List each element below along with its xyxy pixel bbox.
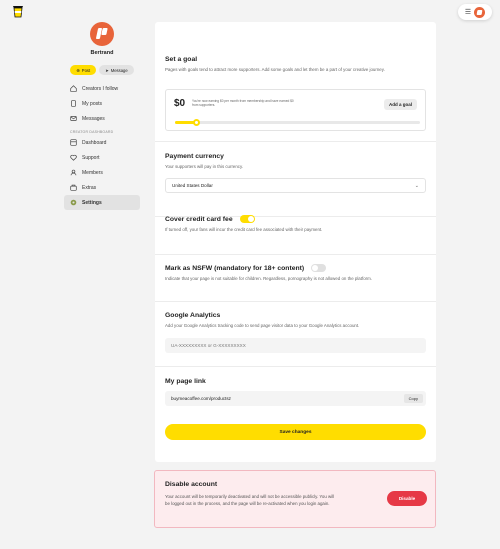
disable-title: Disable account <box>165 481 218 488</box>
account-menu[interactable]: ☰ <box>458 4 492 20</box>
divider <box>155 366 436 367</box>
sidebar-item-support[interactable]: Support <box>64 150 140 165</box>
currency-selected-value: United States Dollar <box>172 183 213 188</box>
sidebar-item-label: Creators I follow <box>82 85 119 92</box>
message-button[interactable]: ➤ Message <box>99 65 134 75</box>
sidebar-item-settings[interactable]: Settings <box>64 195 140 210</box>
fee-description: If turned off, your fans will incur the … <box>165 227 323 232</box>
sidebar-item-creators-i-follow[interactable]: Creators I follow <box>64 81 140 96</box>
nsfw-section: Mark as NSFW (mandatory for 18+ content)… <box>165 264 426 283</box>
creator-dashboard-heading: CREATOR DASHBOARD <box>70 130 114 134</box>
analytics-section: Google Analytics Add your Google Analyti… <box>165 312 426 330</box>
sidebar-item-extras[interactable]: Extras <box>64 180 140 195</box>
extras-icon <box>70 184 77 191</box>
fee-title: Cover credit card fee <box>165 215 426 223</box>
profile-name: Bertrand <box>90 50 114 56</box>
sidebar-nav: Creators I follow My posts Messages CREA… <box>64 81 140 210</box>
coffee-cup-icon <box>13 6 23 18</box>
nsfw-title-text: Mark as NSFW (mandatory for 18+ content) <box>165 264 305 272</box>
hamburger-icon[interactable]: ☰ <box>465 9 471 16</box>
analytics-description: Add your Google Analytics tracking code … <box>165 323 360 328</box>
fee-section: Cover credit card fee If turned off, you… <box>165 215 426 234</box>
sidebar-item-label: My posts <box>82 100 103 107</box>
add-goal-button[interactable]: Add a goal <box>383 99 417 110</box>
sidebar-item-messages[interactable]: Messages <box>64 111 140 126</box>
goal-amount: $0 <box>174 98 186 109</box>
disable-button[interactable]: Disable <box>387 491 427 506</box>
sidebar-item-members[interactable]: Members <box>64 165 140 180</box>
fee-toggle[interactable] <box>239 215 255 223</box>
settings-card: Set a goal Pages with goals tend to attr… <box>155 22 436 462</box>
sidebar-item-label: Support <box>82 154 100 161</box>
nsfw-title: Mark as NSFW (mandatory for 18+ content) <box>165 264 426 272</box>
toggle-knob <box>247 216 254 222</box>
settings-icon <box>70 199 77 206</box>
toggle-knob <box>312 265 319 271</box>
mail-icon <box>70 115 77 122</box>
members-icon <box>70 169 77 176</box>
plus-icon: ⊕ <box>76 67 80 73</box>
divider <box>155 254 436 255</box>
chevron-down-icon: ⌄ <box>414 182 419 189</box>
post-button-label: Post <box>81 67 91 73</box>
disable-account-card: Disable account Your account will be tem… <box>154 470 436 528</box>
message-button-label: Message <box>110 67 128 73</box>
heart-icon <box>70 154 77 161</box>
currency-select[interactable]: United States Dollar ⌄ <box>165 178 426 193</box>
sidebar-item-label: Settings <box>82 199 102 206</box>
analytics-input[interactable]: UA-XXXXXXXXX or G-XXXXXXXXX <box>165 338 426 353</box>
currency-description: Your supporters will pay in this currenc… <box>165 164 244 169</box>
divider <box>155 301 436 302</box>
avatar[interactable] <box>474 6 486 18</box>
analytics-placeholder: UA-XXXXXXXXX or G-XXXXXXXXX <box>171 343 246 348</box>
home-icon <box>70 85 77 92</box>
goal-earning-text: You're now earning $0 per month from mem… <box>192 99 294 108</box>
goal-description: Pages with goals tend to attract more su… <box>165 67 385 72</box>
nsfw-description: Indicate that your page is not suitable … <box>165 276 372 281</box>
sidebar: Bertrand ⊕ Post ➤ Message Creators I fol… <box>64 22 140 210</box>
goal-slider[interactable] <box>175 119 420 126</box>
goal-slider-handle[interactable] <box>192 119 200 126</box>
fee-title-text: Cover credit card fee <box>165 215 233 223</box>
page-link-field[interactable]: buymeacoffee.com/productsz Copy <box>165 391 426 406</box>
dashboard-icon <box>70 139 77 146</box>
save-changes-button[interactable]: Save changes <box>165 424 426 440</box>
page-link-section: My page link <box>165 378 426 385</box>
currency-title: Payment currency <box>165 153 224 160</box>
goal-title: Set a goal <box>165 56 198 63</box>
app-logo[interactable] <box>12 5 24 18</box>
sidebar-item-label: Messages <box>82 115 105 122</box>
sidebar-item-my-posts[interactable]: My posts <box>64 96 140 111</box>
currency-section: Payment currency Your supporters will pa… <box>165 153 426 171</box>
divider <box>155 141 436 142</box>
document-icon <box>70 100 77 107</box>
page-link-title: My page link <box>165 378 206 385</box>
copy-button[interactable]: Copy <box>403 394 423 403</box>
page-link-url: buymeacoffee.com/productsz <box>171 396 231 401</box>
profile-actions: ⊕ Post ➤ Message <box>64 65 140 75</box>
sidebar-item-label: Dashboard <box>82 139 107 146</box>
sidebar-item-label: Members <box>82 169 103 176</box>
sidebar-item-dashboard[interactable]: Dashboard <box>64 135 140 150</box>
nsfw-toggle[interactable] <box>311 264 327 272</box>
sidebar-item-label: Extras <box>82 184 97 191</box>
profile-avatar[interactable] <box>90 22 114 46</box>
analytics-title: Google Analytics <box>165 312 221 319</box>
disable-description: Your account will be temporarily deactiv… <box>165 494 335 507</box>
send-icon: ➤ <box>105 67 109 73</box>
goal-box: $0 You're now earning $0 per month from … <box>165 89 426 131</box>
goal-section: Set a goal Pages with goals tend to attr… <box>165 56 426 74</box>
post-button[interactable]: ⊕ Post <box>70 65 97 75</box>
